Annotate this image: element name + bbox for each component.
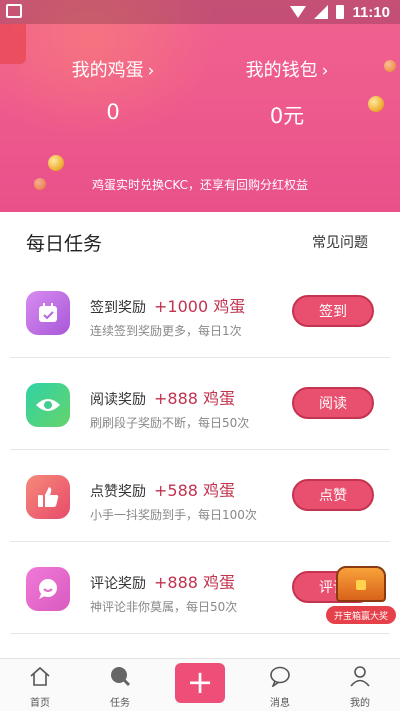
coin-decoration [48, 155, 64, 171]
like-button[interactable]: 点赞 [292, 479, 374, 511]
nav-tasks[interactable]: 任务 [90, 665, 150, 709]
nav-home-label: 首页 [30, 698, 50, 709]
wifi-icon [290, 6, 307, 18]
gallery-icon [6, 4, 22, 18]
clock: 11:10 [352, 3, 390, 21]
exchange-note: 鸡蛋实时兑换CKC，还享有回购分红权益 [92, 178, 308, 192]
task-row-checkin: 签到奖励 +1000 鸡蛋 连续签到奖励更多，每日1次 签到 [10, 266, 390, 358]
nav-me[interactable]: 我的 [330, 665, 390, 709]
task-reward: +888 鸡蛋 [154, 389, 236, 408]
task-reward: +1000 鸡蛋 [154, 297, 246, 316]
chevron-right-icon: › [147, 61, 155, 81]
coin-decoration [368, 96, 384, 112]
nav-me-label: 我的 [350, 698, 370, 709]
eye-icon [26, 383, 70, 427]
status-bar: 11:10 [0, 0, 400, 24]
my-wallet-label: 我的钱包 [245, 60, 318, 81]
faq-link[interactable]: 常见问题 [312, 232, 368, 252]
my-wallet[interactable]: 我的钱包 › 0元 [207, 56, 367, 130]
wallet-header: 11:10 我的鸡蛋 › 0 我的钱包 › 0元 鸡蛋实时兑换CKC，还享有回购分红… [0, 0, 400, 212]
task-row-like: 点赞奖励 +588 鸡蛋 小手一抖奖励到手，每日100次 点赞 [10, 450, 390, 542]
read-button[interactable]: 阅读 [292, 387, 374, 419]
treasure-chest-label: 开宝箱赢大奖 [326, 606, 396, 624]
task-title: 点赞奖励 [90, 484, 146, 500]
create-post-button[interactable]: + [175, 663, 225, 703]
calendar-icon [26, 291, 70, 335]
user-icon [350, 666, 370, 687]
task-description: 刷刷段子奖励不断，每日50次 [90, 416, 250, 430]
my-eggs[interactable]: 我的鸡蛋 › 0 [33, 56, 193, 124]
task-description: 神评论非你莫属，每日50次 [90, 600, 238, 614]
nav-messages-label: 消息 [270, 698, 290, 709]
task-title: 阅读奖励 [90, 392, 146, 408]
treasure-chest-icon [336, 566, 386, 602]
signal-icon [314, 5, 329, 19]
home-icon [30, 666, 50, 686]
task-description: 连续签到奖励更多，每日1次 [90, 324, 242, 338]
chevron-right-icon: › [321, 61, 329, 81]
task-row-read: 阅读奖励 +888 鸡蛋 刷刷段子奖励不断，每日50次 阅读 [10, 358, 390, 450]
my-eggs-label: 我的鸡蛋 [71, 60, 144, 81]
checkin-button[interactable]: 签到 [292, 295, 374, 327]
task-reward: +588 鸡蛋 [154, 481, 236, 500]
task-title: 评论奖励 [90, 576, 146, 592]
my-wallet-value: 0元 [269, 104, 305, 128]
task-reward: +888 鸡蛋 [154, 573, 236, 592]
treasure-chest-button[interactable]: 开宝箱赢大奖 [326, 562, 396, 624]
tasks-icon [111, 667, 131, 687]
coin-decoration [384, 60, 396, 72]
my-eggs-value: 0 [106, 100, 120, 124]
message-icon [270, 666, 290, 689]
red-envelope-decoration [0, 24, 26, 64]
chat-bubble-icon [26, 567, 70, 611]
battery-icon [336, 5, 345, 19]
bottom-nav: 首页 任务 + 消息 我的 [0, 658, 400, 711]
thumbs-up-icon [26, 475, 70, 519]
nav-tasks-label: 任务 [110, 698, 130, 709]
nav-home[interactable]: 首页 [10, 665, 70, 709]
nav-messages[interactable]: 消息 [250, 665, 310, 709]
task-description: 小手一抖奖励到手，每日100次 [90, 508, 257, 522]
task-title: 签到奖励 [90, 300, 146, 316]
daily-tasks-title: 每日任务 [26, 233, 103, 255]
